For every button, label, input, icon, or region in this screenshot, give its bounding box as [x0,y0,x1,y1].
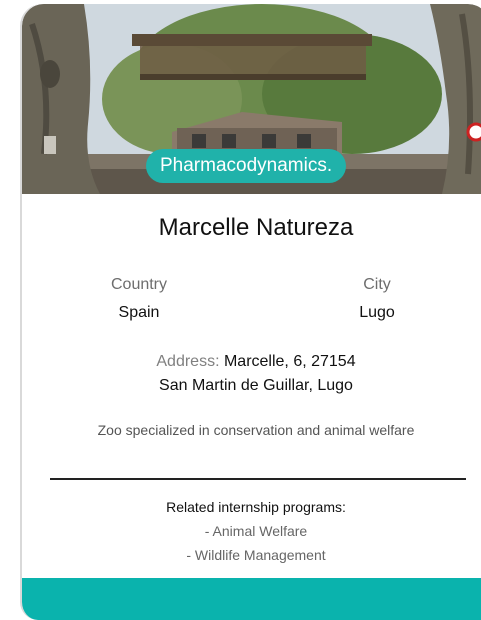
internship-programs: Related internship programs: - Animal We… [22,495,481,567]
city-block: City Lugo [317,276,437,322]
programs-heading: Related internship programs: [166,499,346,515]
city-label: City [363,276,391,293]
location-description: Zoo specialized in conservation and anim… [97,422,415,438]
country-value: Spain [118,304,160,321]
location-photo: Pharmacodynamics. [22,4,481,194]
address-line2: San Martin de Guillar, Lugo [159,377,353,394]
country-label: Country [110,276,168,293]
program-item: - Animal Welfare [204,523,308,539]
city-value: Lugo [359,304,395,321]
address-line1: Marcelle, 6, 27154 [223,353,356,370]
divider [50,478,466,480]
address-block: Address: Marcelle, 6, 27154 San Martin d… [22,350,481,398]
location-name: Marcelle Natureza [158,214,354,241]
address-label: Address: [156,353,220,370]
location-card: Pharmacodynamics. Marcelle Natureza Coun… [20,4,481,620]
category-tag: Pharmacodynamics. [146,149,347,183]
card-footer-bar[interactable] [22,578,481,620]
country-block: Country Spain [79,276,199,322]
program-item: - Wildlife Management [186,547,326,563]
